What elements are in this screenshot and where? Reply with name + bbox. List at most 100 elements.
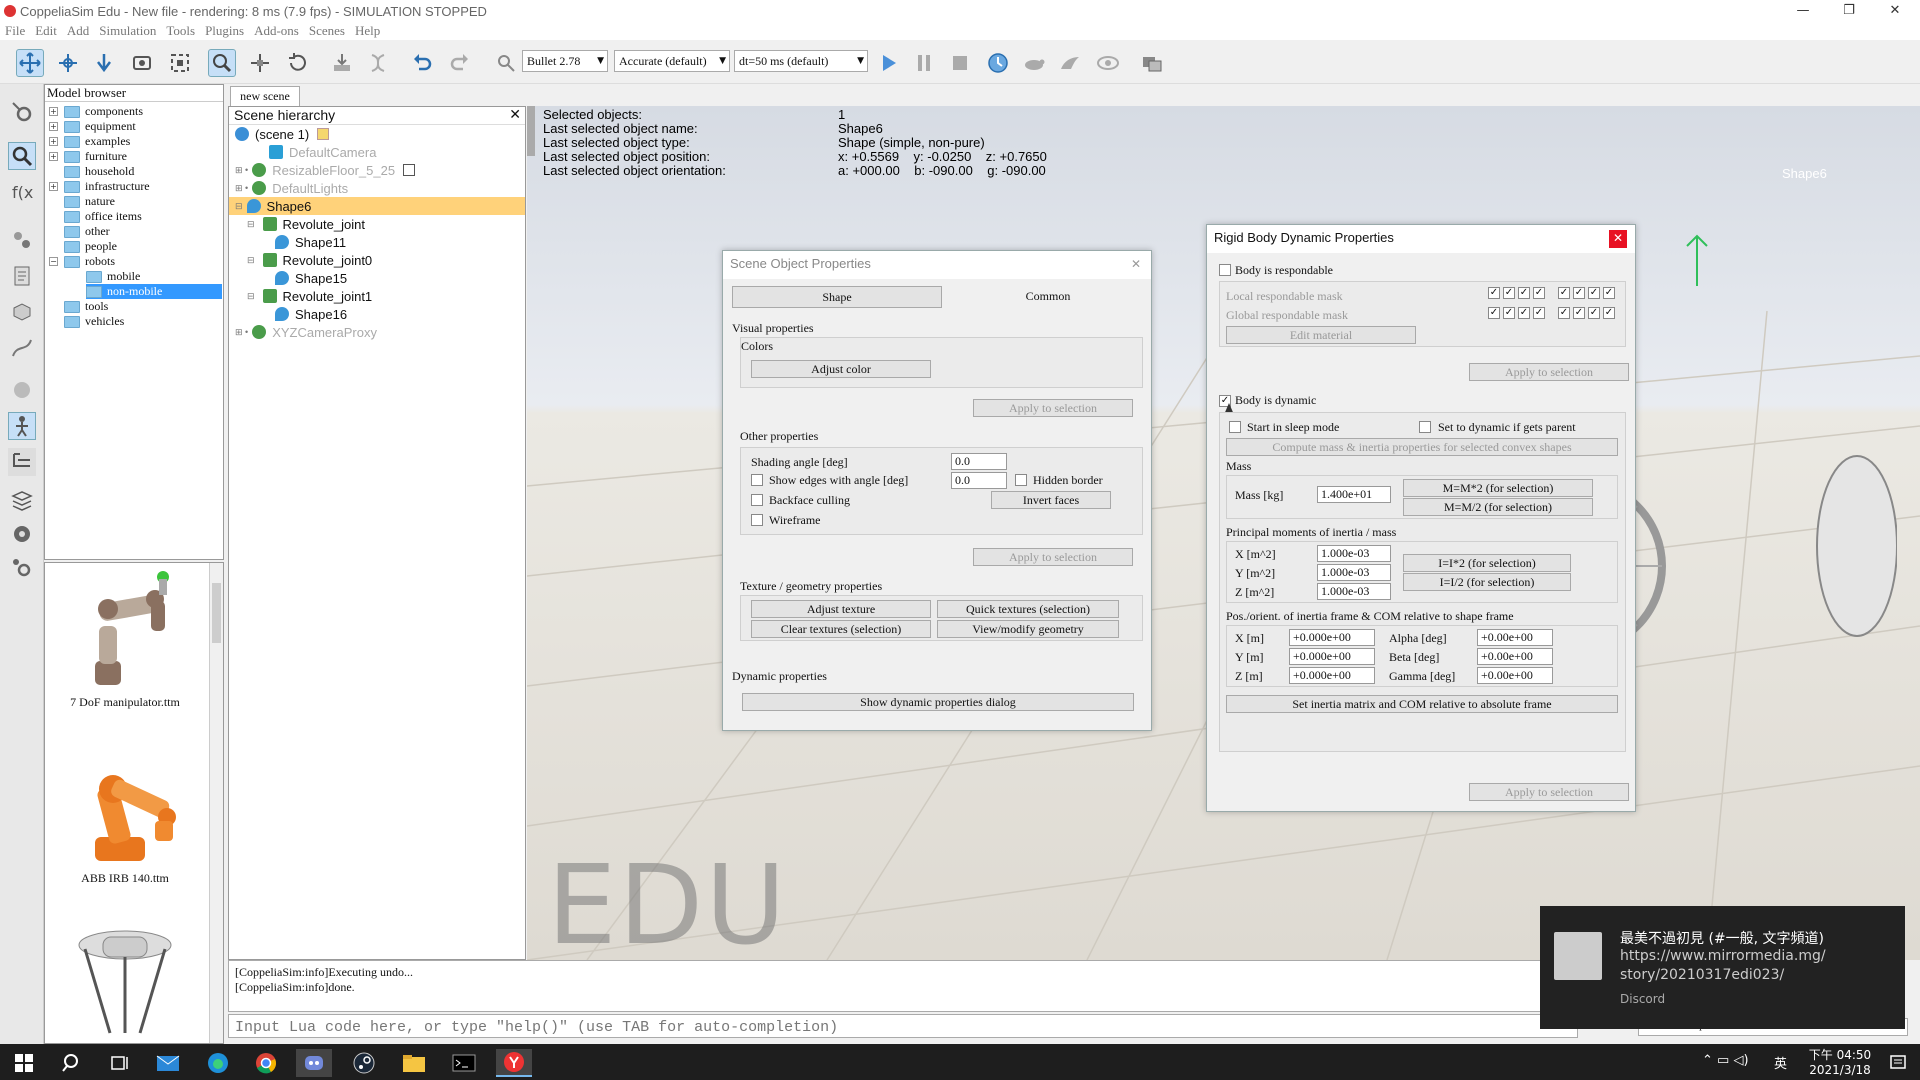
hierarchy-item-revolute-joint1[interactable]: ⊟ Revolute_joint1 xyxy=(247,287,372,305)
hierarchy-item-shape16[interactable]: Shape16 xyxy=(275,305,347,323)
tree-item-mobile[interactable]: mobile xyxy=(86,269,140,284)
play-icon[interactable] xyxy=(874,49,902,77)
global-mask-bit[interactable]: ✓ xyxy=(1558,307,1570,319)
model-thumb-delta[interactable] xyxy=(45,923,205,1045)
scene-hierarchy-icon[interactable] xyxy=(8,448,36,476)
tree-item-people[interactable]: people xyxy=(64,239,117,254)
close-icon[interactable]: ✕ xyxy=(1609,230,1627,248)
menu-simulation[interactable]: Simulation xyxy=(99,23,156,39)
menu-tools[interactable]: Tools xyxy=(166,23,195,39)
tree-item-robots[interactable]: − robots xyxy=(49,254,115,269)
expand-icon[interactable]: + xyxy=(49,137,58,146)
selection-icon[interactable] xyxy=(8,376,36,404)
apply-to-selection-button[interactable]: Apply to selection xyxy=(973,548,1133,566)
hierarchy-item-revolute-joint0[interactable]: ⊟ Revolute_joint0 xyxy=(247,251,372,269)
menu-plugins[interactable]: Plugins xyxy=(205,23,244,39)
gamma-field[interactable]: +0.00e+00 xyxy=(1477,667,1553,684)
steam-icon[interactable] xyxy=(346,1049,382,1077)
tree-item-household[interactable]: household xyxy=(64,164,134,179)
slow-down-icon[interactable] xyxy=(1020,49,1048,77)
undo-icon[interactable] xyxy=(408,49,436,77)
pos-z-field[interactable]: +0.000e+00 xyxy=(1289,667,1375,684)
apply-to-selection-button[interactable]: Apply to selection xyxy=(1469,363,1629,381)
global-mask-bit[interactable]: ✓ xyxy=(1573,307,1585,319)
transfer-dna-icon[interactable] xyxy=(364,49,392,77)
camera-angle-icon[interactable] xyxy=(128,49,156,77)
global-mask-bit[interactable]: ✓ xyxy=(1518,307,1530,319)
close-window-button[interactable]: ✕ xyxy=(1872,0,1918,22)
object-rotate-icon[interactable] xyxy=(284,49,312,77)
global-mask-bit[interactable]: ✓ xyxy=(1533,307,1545,319)
hierarchy-item-scene[interactable]: (scene 1) xyxy=(235,125,330,143)
thumbnails-scrollbar[interactable] xyxy=(209,563,223,1043)
model-thumb-abb[interactable]: ABB IRB 140.ttm xyxy=(45,747,205,886)
terminal-icon[interactable] xyxy=(446,1049,482,1077)
tree-item-vehicles[interactable]: vehicles xyxy=(64,314,124,329)
inertia-z-field[interactable]: 1.000e-03 xyxy=(1317,583,1391,600)
visualization-toggle-icon[interactable] xyxy=(1094,49,1122,77)
menu-add[interactable]: Add xyxy=(67,23,89,39)
inertia-x-field[interactable]: 1.000e-03 xyxy=(1317,545,1391,562)
local-mask-bit[interactable]: ✓ xyxy=(1488,287,1500,299)
body-respondable-checkbox[interactable] xyxy=(1219,264,1231,276)
camera-shift-icon[interactable] xyxy=(90,49,118,77)
global-mask-bit[interactable]: ✓ xyxy=(1603,307,1615,319)
global-mask-bit[interactable]: ✓ xyxy=(1503,307,1515,319)
user-settings-icon[interactable] xyxy=(8,554,36,582)
alpha-field[interactable]: +0.00e+00 xyxy=(1477,629,1553,646)
tree-item-infrastructure[interactable]: + infrastructure xyxy=(49,179,150,194)
inertia-half-button[interactable]: I=I/2 (for selection) xyxy=(1403,573,1571,591)
apply-to-selection-button[interactable]: Apply to selection xyxy=(973,399,1133,417)
close-icon[interactable]: ✕ xyxy=(509,107,521,123)
chrome-icon[interactable] xyxy=(248,1049,284,1077)
hierarchy-item-camera-proxy[interactable]: ⊞ • XYZCameraProxy xyxy=(235,323,377,341)
hierarchy-item-default-lights[interactable]: ⊞ • DefaultLights xyxy=(235,179,348,197)
windows-start-icon[interactable] xyxy=(6,1049,42,1077)
menu-help[interactable]: Help xyxy=(355,23,380,39)
model-browser-icon[interactable] xyxy=(8,412,36,440)
show-edges-checkbox[interactable] xyxy=(751,474,763,486)
view-geometry-button[interactable]: View/modify geometry xyxy=(937,620,1119,638)
model-thumb-7dof[interactable]: 7 DoF manipulator.ttm xyxy=(45,571,205,710)
local-mask-bit[interactable]: ✓ xyxy=(1603,287,1615,299)
hierarchy-item-default-camera[interactable]: DefaultCamera xyxy=(269,143,376,161)
path-edit-icon[interactable] xyxy=(8,334,36,362)
close-icon[interactable]: ✕ xyxy=(1127,256,1145,274)
local-mask-bit[interactable]: ✓ xyxy=(1533,287,1545,299)
scene-tab[interactable]: new scene xyxy=(230,86,300,106)
menu-file[interactable]: File xyxy=(5,23,25,39)
restore-button[interactable]: ❐ xyxy=(1826,0,1872,22)
collections-icon[interactable] xyxy=(8,226,36,254)
scene-object-properties-icon[interactable] xyxy=(8,142,36,170)
set-dynamic-parent-checkbox[interactable] xyxy=(1419,421,1431,433)
invert-faces-button[interactable]: Invert faces xyxy=(991,491,1111,509)
pause-icon[interactable] xyxy=(910,49,938,77)
hierarchy-item-shape15[interactable]: Shape15 xyxy=(275,269,347,287)
layers-icon[interactable] xyxy=(8,486,36,514)
redo-icon[interactable] xyxy=(446,49,474,77)
tree-item-furniture[interactable]: + furniture xyxy=(49,149,127,164)
edit-material-button[interactable]: Edit material xyxy=(1226,326,1416,344)
timestep-select[interactable]: dt=50 ms (default) ▼ xyxy=(734,50,868,72)
scripts-icon[interactable] xyxy=(8,262,36,290)
stop-icon[interactable] xyxy=(946,49,974,77)
hidden-border-checkbox[interactable] xyxy=(1015,474,1027,486)
collapse-icon[interactable]: ⊟ xyxy=(247,291,255,302)
file-explorer-icon[interactable] xyxy=(396,1049,432,1077)
lua-input[interactable]: Input Lua code here, or type "help()" (u… xyxy=(228,1014,1578,1038)
quick-textures-button[interactable]: Quick textures (selection) xyxy=(937,600,1119,618)
tree-item-office-items[interactable]: office items xyxy=(64,209,142,224)
compute-mass-button[interactable]: Compute mass & inertia properties for se… xyxy=(1226,438,1618,456)
tree-item-examples[interactable]: + examples xyxy=(49,134,130,149)
info-toggle-icon[interactable] xyxy=(527,106,535,156)
expand-icon[interactable]: + xyxy=(49,182,58,191)
menu-scenes[interactable]: Scenes xyxy=(309,23,345,39)
hierarchy-item-revolute-joint[interactable]: ⊟ Revolute_joint xyxy=(247,215,365,233)
simulation-settings-icon[interactable] xyxy=(8,98,36,126)
clear-textures-button[interactable]: Clear textures (selection) xyxy=(751,620,931,638)
tree-item-components[interactable]: + components xyxy=(49,104,143,119)
video-recorder-icon[interactable] xyxy=(8,520,36,548)
inertia-double-button[interactable]: I=I*2 (for selection) xyxy=(1403,554,1571,572)
click-select-icon[interactable] xyxy=(208,49,236,77)
edge-icon[interactable] xyxy=(200,1049,236,1077)
